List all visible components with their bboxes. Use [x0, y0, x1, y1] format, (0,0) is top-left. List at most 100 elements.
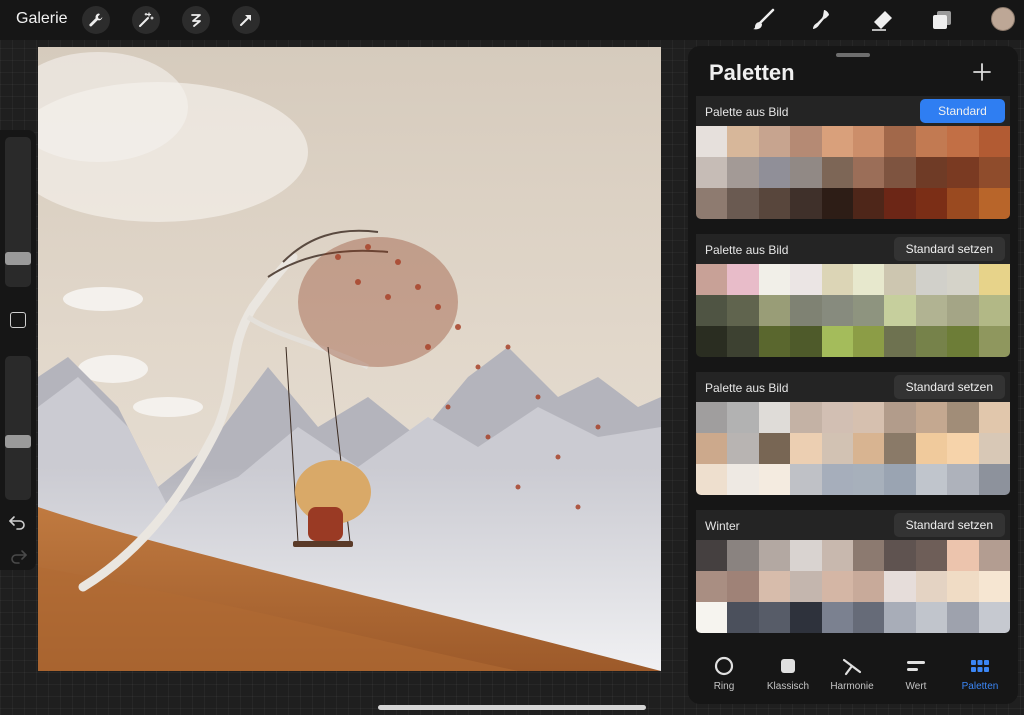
color-swatch[interactable] [915, 540, 948, 571]
color-swatch[interactable] [915, 126, 948, 157]
color-swatch[interactable] [758, 602, 791, 633]
color-swatch[interactable] [947, 402, 979, 433]
tab-ring[interactable]: Ring [692, 646, 756, 704]
color-swatch[interactable] [947, 540, 979, 571]
tab-palettes[interactable]: Paletten [948, 646, 1012, 704]
color-swatch[interactable] [696, 540, 728, 571]
color-swatch[interactable] [727, 602, 759, 633]
color-swatch[interactable] [758, 326, 791, 357]
color-swatch[interactable] [790, 402, 822, 433]
palette-set-default-button[interactable]: Standard setzen [893, 375, 1005, 399]
color-swatch[interactable] [727, 540, 759, 571]
color-swatch[interactable] [947, 188, 979, 219]
color-swatch[interactable] [696, 433, 728, 464]
color-swatch[interactable] [696, 157, 728, 188]
color-swatch[interactable] [884, 295, 916, 326]
smudge-icon[interactable] [808, 6, 836, 34]
color-swatch[interactable] [978, 326, 1010, 357]
color-swatch[interactable] [727, 264, 759, 295]
color-swatch[interactable] [947, 602, 979, 633]
color-swatch[interactable] [821, 402, 853, 433]
color-swatch[interactable] [758, 157, 791, 188]
color-swatch[interactable] [884, 126, 916, 157]
color-swatch[interactable] [821, 264, 853, 295]
color-swatch[interactable] [821, 540, 853, 571]
color-swatch[interactable] [821, 126, 853, 157]
panel-grabber[interactable] [836, 53, 870, 57]
tab-harmony[interactable]: Harmonie [820, 646, 884, 704]
color-swatch[interactable] [696, 402, 728, 433]
color-swatch[interactable] [852, 295, 885, 326]
palette-default-button[interactable]: Standard [920, 99, 1005, 123]
color-swatch[interactable] [758, 126, 791, 157]
color-swatch[interactable] [790, 264, 822, 295]
redo-icon[interactable] [8, 548, 28, 564]
color-swatch[interactable] [884, 157, 916, 188]
color-swatch[interactable] [978, 602, 1010, 633]
color-swatch[interactable] [852, 433, 885, 464]
color-swatch[interactable] [790, 540, 822, 571]
color-swatch[interactable] [821, 433, 853, 464]
modify-square-button[interactable] [10, 312, 26, 328]
color-swatch[interactable] [915, 464, 948, 495]
color-swatch[interactable] [884, 602, 916, 633]
color-swatch[interactable] [947, 433, 979, 464]
color-swatch[interactable] [790, 157, 822, 188]
color-swatch[interactable] [790, 433, 822, 464]
color-swatch[interactable] [852, 540, 885, 571]
color-swatch[interactable] [696, 571, 728, 602]
color-swatch[interactable] [727, 157, 759, 188]
color-swatch[interactable] [790, 126, 822, 157]
color-swatch[interactable] [978, 540, 1010, 571]
color-swatch[interactable] [758, 295, 791, 326]
color-swatch[interactable] [947, 464, 979, 495]
color-swatch[interactable] [915, 402, 948, 433]
home-indicator[interactable] [378, 705, 646, 710]
color-swatch[interactable] [696, 264, 728, 295]
color-swatch[interactable] [978, 433, 1010, 464]
color-swatch[interactable] [884, 433, 916, 464]
transform-arrow-icon[interactable] [232, 6, 260, 34]
color-swatch[interactable] [821, 571, 853, 602]
color-swatch[interactable] [696, 602, 728, 633]
color-swatch[interactable] [790, 188, 822, 219]
color-swatch[interactable] [790, 295, 822, 326]
color-swatch[interactable] [852, 264, 885, 295]
color-swatch[interactable] [978, 264, 1010, 295]
color-swatch[interactable] [758, 402, 791, 433]
color-swatch[interactable] [915, 602, 948, 633]
color-swatch[interactable] [696, 295, 728, 326]
gallery-button[interactable]: Galerie [16, 10, 68, 28]
layers-icon[interactable] [928, 6, 956, 34]
color-swatch[interactable] [758, 188, 791, 219]
brush-icon[interactable] [750, 6, 778, 34]
color-swatch[interactable] [915, 295, 948, 326]
color-swatch[interactable] [947, 571, 979, 602]
color-swatch[interactable] [727, 126, 759, 157]
color-swatch[interactable] [884, 571, 916, 602]
color-swatch[interactable] [696, 464, 728, 495]
color-swatch[interactable] [790, 326, 822, 357]
color-swatch[interactable] [978, 295, 1010, 326]
color-swatch[interactable] [947, 264, 979, 295]
color-swatch[interactable] [790, 464, 822, 495]
eraser-icon[interactable] [868, 6, 896, 34]
color-swatch[interactable] [821, 602, 853, 633]
color-swatch[interactable] [821, 157, 853, 188]
color-swatch[interactable] [821, 295, 853, 326]
color-swatch[interactable] [947, 157, 979, 188]
color-swatch[interactable] [852, 402, 885, 433]
color-swatch[interactable] [884, 326, 916, 357]
color-swatch[interactable] [852, 602, 885, 633]
color-swatch[interactable] [978, 188, 1010, 219]
color-swatch[interactable] [758, 433, 791, 464]
color-swatch[interactable] [758, 540, 791, 571]
color-swatch[interactable] [915, 326, 948, 357]
color-swatch[interactable] [852, 157, 885, 188]
color-swatch[interactable] [727, 188, 759, 219]
palette-set-default-button[interactable]: Standard setzen [893, 513, 1005, 537]
color-swatch[interactable] [758, 264, 791, 295]
color-swatch[interactable] [978, 464, 1010, 495]
color-swatch[interactable] [821, 326, 853, 357]
selection-icon[interactable] [182, 6, 210, 34]
